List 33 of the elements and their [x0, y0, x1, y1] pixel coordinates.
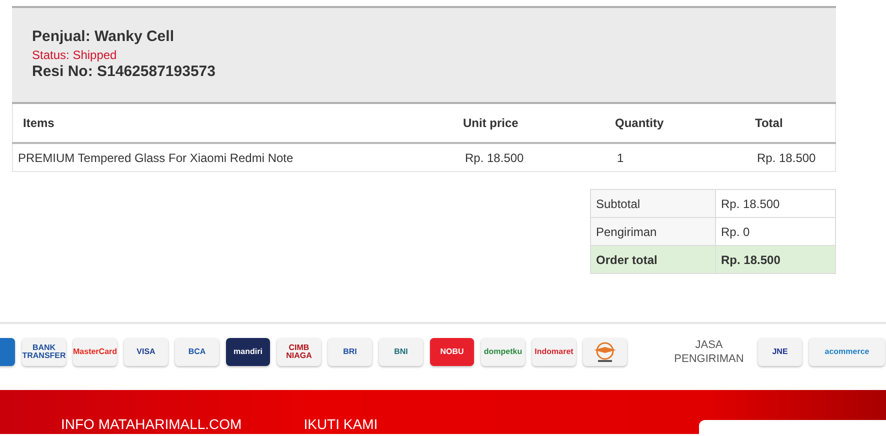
- payment-logo: mandiri: [226, 338, 270, 366]
- total-label: Order total: [590, 246, 716, 274]
- payment-logo: Indomaret: [532, 338, 576, 366]
- table-cell: PREMIUM Tempered Glass For Xiaomi Redmi Note: [12, 143, 453, 172]
- seller-name: Penjual: Wanky Cell: [32, 28, 175, 45]
- courier-logo: JNE: [758, 338, 802, 366]
- column-header: Unit price: [453, 104, 605, 143]
- table-cell: Rp. 18.500: [453, 143, 605, 172]
- payment-logo: MasterCard: [73, 338, 117, 366]
- total-label: Pengiriman: [590, 218, 716, 246]
- column-header: Quantity: [605, 104, 745, 143]
- shipping-heading: JASA PENGIRIMAN: [673, 338, 745, 367]
- payment-logo: BANK TRANSFER: [22, 338, 66, 366]
- total-label: Subtotal: [590, 190, 716, 218]
- total-value: Rp. 18.500: [716, 190, 836, 218]
- column-header: Total: [745, 104, 836, 143]
- table-cell: 1: [605, 143, 745, 172]
- payment-logo: VISA: [124, 338, 168, 366]
- payment-logo: CIMB NIAGA: [277, 338, 321, 366]
- order-status: Status: Shipped: [32, 48, 118, 62]
- receipt-number: Resi No: S1462587193573: [32, 63, 216, 80]
- total-value: Rp. 0: [716, 218, 836, 246]
- payment-logo: dompetku: [481, 338, 525, 366]
- total-value: Rp. 18.500: [716, 246, 836, 274]
- footer-heading: IKUTI KAMI: [304, 417, 378, 432]
- column-header: Items: [12, 104, 453, 143]
- courier-logo: acommerce: [809, 338, 885, 366]
- payment-logo: BRI: [328, 338, 372, 366]
- payment-logo: BNI: [379, 338, 423, 366]
- payment-logo: NOBU: [430, 338, 474, 366]
- payment-logo: BCA: [175, 338, 219, 366]
- table-cell: Rp. 18.500: [745, 143, 836, 172]
- footer-heading: INFO MATAHARIMALL.COM: [61, 417, 242, 432]
